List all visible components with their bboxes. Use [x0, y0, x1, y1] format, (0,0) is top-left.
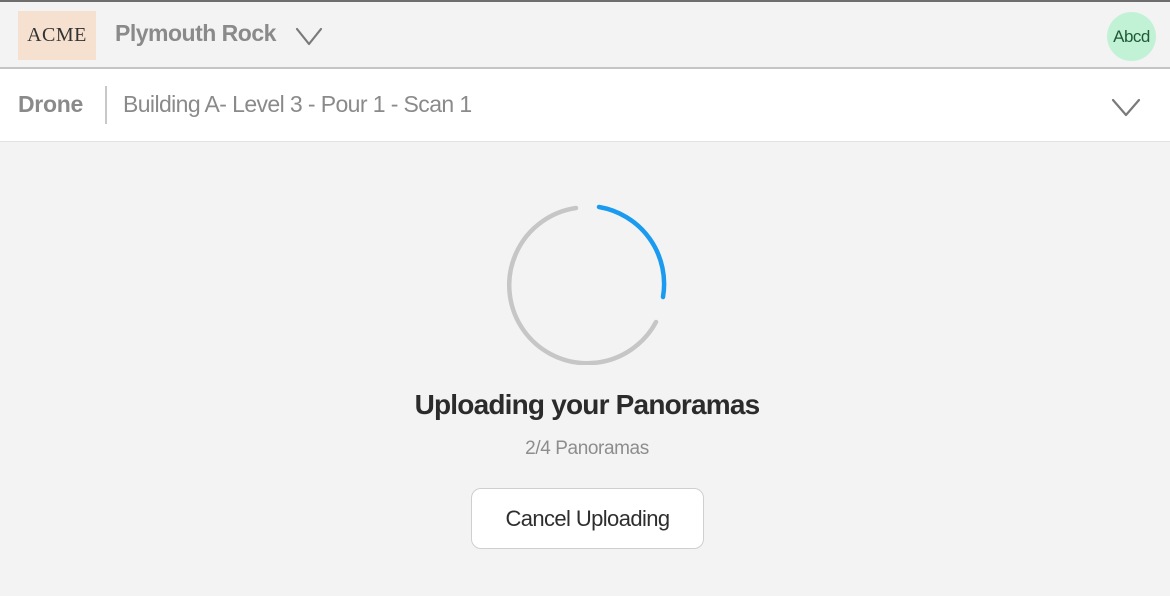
scan-selector-bar: Drone Building A- Level 3 - Pour 1 - Sca… [0, 69, 1170, 142]
source-label: Drone [18, 91, 83, 117]
scan-selector[interactable]: Building A- Level 3 - Pour 1 - Scan 1 [123, 91, 472, 118]
chevron-down-icon[interactable] [1110, 96, 1142, 118]
vertical-divider [105, 86, 107, 124]
user-avatar[interactable]: Abcd [1107, 12, 1156, 61]
spinner-track [507, 205, 659, 365]
chevron-down-icon[interactable] [294, 25, 324, 47]
company-logo[interactable]: ACME [18, 11, 96, 60]
company-logo-text: ACME [27, 24, 87, 46]
project-name[interactable]: Plymouth Rock [115, 20, 276, 47]
cancel-uploading-button[interactable]: Cancel Uploading [471, 488, 704, 549]
upload-progress-text: 2/4 Panoramas [525, 438, 649, 459]
loading-spinner-icon [507, 204, 667, 365]
upload-title: Uploading your Panoramas [414, 389, 761, 420]
top-navigation-bar: ACME Plymouth Rock Abcd [0, 0, 1170, 69]
avatar-initials: Abcd [1113, 26, 1150, 46]
spinner-progress-arc [596, 204, 667, 300]
